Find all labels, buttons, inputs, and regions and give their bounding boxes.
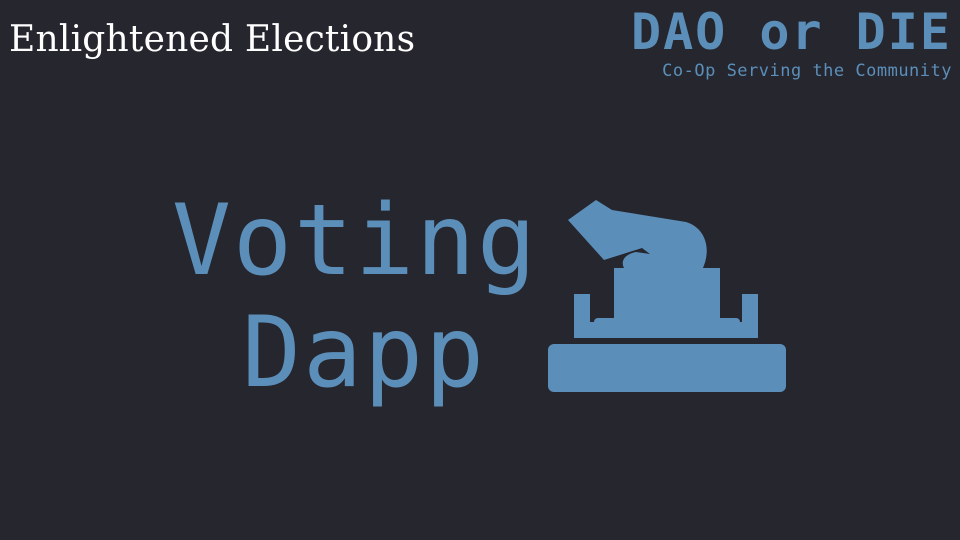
hero-line-dapp: Dapp: [242, 296, 487, 410]
hero-line-voting: Voting: [172, 184, 539, 298]
brand-logo: DAO or DIE Co-Op Serving the Community: [631, 4, 952, 82]
slide: Enlightened Elections DAO or DIE Co-Op S…: [0, 0, 960, 540]
hero-logo-text: Voting Dapp: [172, 184, 539, 410]
brand-name: DAO or DIE: [630, 3, 952, 61]
brand-tagline: Co-Op Serving the Community: [662, 61, 952, 81]
slide-title: Enlightened Elections: [9, 19, 416, 60]
ballot-box-icon: [548, 200, 786, 392]
